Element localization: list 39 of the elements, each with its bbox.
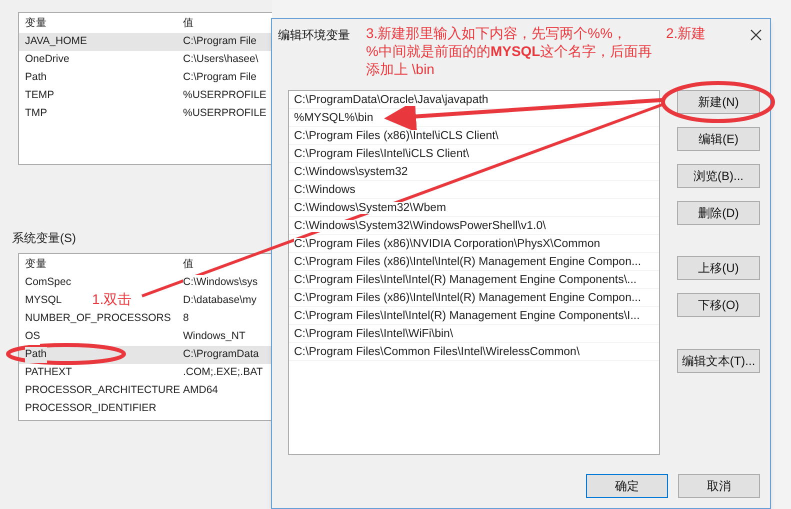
cancel-button[interactable]: 取消 bbox=[678, 474, 760, 498]
path-entry[interactable]: C:\Program Files\Intel\WiFi\bin\ bbox=[294, 328, 454, 340]
side-button[interactable]: 新建(N) bbox=[677, 90, 760, 114]
path-entry[interactable]: C:\Windows\System32\Wbem bbox=[294, 202, 446, 214]
path-entry[interactable]: %MYSQL%\bin bbox=[294, 112, 374, 124]
side-button[interactable]: 下移(O) bbox=[677, 293, 760, 317]
window-title: 编辑环境变量 bbox=[278, 27, 350, 44]
path-entry[interactable]: C:\Program Files\Common Files\Intel\WirelessCommon\ bbox=[294, 346, 580, 358]
side-button[interactable]: 浏览(B)... bbox=[677, 164, 760, 188]
annotation-text: 添加上 \bin bbox=[366, 60, 436, 78]
side-button[interactable]: 上移(U) bbox=[677, 256, 760, 280]
column-header: 变量 bbox=[25, 257, 48, 272]
section-label: 系统变量(S) bbox=[12, 230, 77, 247]
variable-name: Path bbox=[25, 347, 47, 363]
path-entry[interactable]: C:\Program Files (x86)\NVIDIA Corporation\PhysX\Common bbox=[294, 238, 600, 250]
variable-row[interactable]: JAVA_HOME C:\Program File bbox=[19, 33, 272, 51]
annotation-text: %中间就是前面的的MYSQL这个名字，后面再 bbox=[366, 42, 652, 60]
path-entry[interactable]: C:\Windows\system32 bbox=[294, 166, 408, 178]
column-header: 变量 bbox=[25, 16, 48, 32]
path-entry[interactable]: C:\Windows bbox=[294, 184, 356, 196]
side-button[interactable]: 编辑(E) bbox=[677, 127, 760, 151]
path-entry[interactable]: C:\Windows\System32\WindowsPowerShell\v1.0\ bbox=[294, 220, 546, 232]
path-entry[interactable]: C:\Program Files (x86)\Intel\iCLS Client\ bbox=[294, 130, 499, 142]
path-entry[interactable]: C:\Program Files\Intel\iCLS Client\ bbox=[294, 148, 470, 160]
column-header: 值 bbox=[183, 16, 195, 32]
path-entry[interactable]: C:\Program Files\Intel\Intel(R) Management Engine Components\... bbox=[294, 274, 637, 286]
ok-button[interactable]: 确定 bbox=[586, 474, 668, 498]
annotation-text: 3.新建那里输入如下内容，先写两个%%， bbox=[366, 24, 628, 42]
annotation-text: 2.新建 bbox=[666, 24, 706, 42]
close-icon[interactable] bbox=[750, 29, 762, 41]
path-entry[interactable]: C:\ProgramData\Oracle\Java\javapath bbox=[294, 94, 488, 106]
variable-name: OS bbox=[25, 329, 40, 345]
path-entry[interactable]: C:\Program Files (x86)\Intel\Intel(R) Management Engine Compon... bbox=[294, 256, 642, 268]
side-button[interactable]: 删除(D) bbox=[677, 201, 760, 225]
annotation-text: 1.双击 bbox=[92, 290, 132, 308]
path-entry[interactable]: C:\Program Files\Intel\Intel(R) Management Engine Components\I... bbox=[294, 310, 640, 322]
column-header: 值 bbox=[183, 257, 195, 272]
path-entry[interactable]: C:\Program Files (x86)\Intel\Intel(R) Management Engine Compon... bbox=[294, 292, 642, 304]
side-button[interactable]: 编辑文本(T)... bbox=[677, 349, 760, 373]
